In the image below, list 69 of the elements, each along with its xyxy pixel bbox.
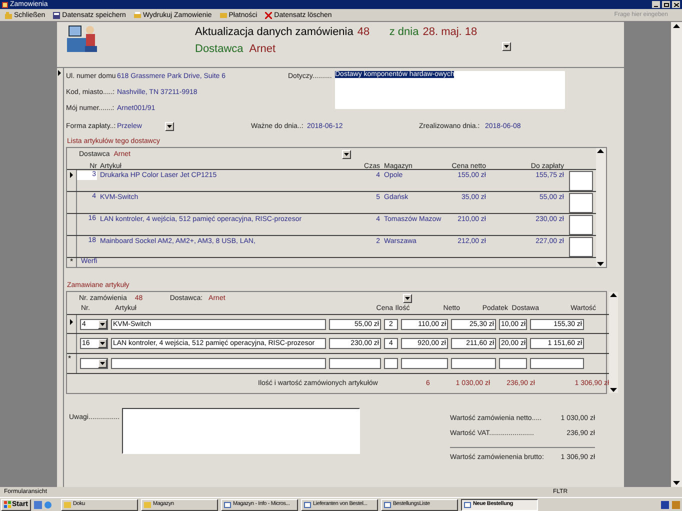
delete-icon [265, 12, 272, 18]
folder-icon [144, 502, 151, 508]
scroll-up-icon [596, 148, 605, 155]
folder-icon [220, 12, 227, 18]
window-icon [464, 502, 471, 508]
folder-icon [64, 502, 71, 508]
vertical-scrollbar[interactable] [609, 292, 618, 393]
caret-icon [100, 342, 105, 345]
save-icon [53, 12, 60, 18]
browser-icon [44, 500, 52, 508]
input-field[interactable] [384, 358, 398, 369]
vertical-scrollbar[interactable] [596, 148, 606, 267]
scroll-down-icon [609, 386, 618, 393]
caret-icon [404, 297, 410, 300]
caret-icon [504, 45, 509, 48]
restore-button[interactable] [662, 1, 670, 8]
close-button[interactable] [672, 1, 680, 8]
product-photo-placeholder [569, 193, 593, 213]
order-date: 28. maj. 18 [422, 27, 478, 38]
item-number-field[interactable] [80, 358, 108, 369]
current-record-icon [57, 70, 62, 76]
close-icon [674, 2, 678, 6]
dropdown-button[interactable] [98, 320, 107, 328]
input-field[interactable] [499, 358, 527, 369]
tray-icons-drawing [661, 500, 681, 508]
order-number: 48 [357, 27, 371, 38]
window-icon [304, 502, 311, 508]
dropdown-button[interactable] [402, 294, 412, 303]
supplier-name: Arnet [249, 44, 276, 55]
new-record-marker: * [68, 355, 72, 365]
current-record-icon [69, 319, 74, 325]
notes-field[interactable] [122, 408, 360, 454]
caret-icon [344, 153, 349, 156]
folder-icon [5, 12, 12, 18]
input-field[interactable] [401, 358, 448, 369]
desktop-icon [34, 500, 42, 508]
dropdown-button[interactable] [98, 359, 107, 368]
scroll-down-icon [596, 260, 605, 267]
vertical-scrollbar[interactable] [671, 22, 682, 487]
product-photo-placeholder [569, 237, 593, 257]
dropdown-button[interactable] [342, 150, 351, 159]
record-selector[interactable]: * [67, 354, 77, 373]
date-label: z dnia [389, 27, 419, 38]
dropdown-button[interactable] [98, 339, 107, 348]
input-field[interactable] [451, 358, 496, 369]
product-photo-placeholder [569, 215, 593, 235]
scroll-up-icon [609, 292, 618, 299]
dropdown-button[interactable] [502, 42, 511, 51]
input-field[interactable] [111, 358, 326, 369]
input-field[interactable] [530, 358, 584, 369]
dropdown-button[interactable] [165, 122, 174, 130]
caret-icon [100, 362, 105, 365]
input-field[interactable] [329, 358, 381, 369]
app-icon [2, 2, 8, 8]
form-title: Aktualizacja danych zamówienia [195, 27, 354, 38]
current-record-icon [69, 172, 74, 178]
product-photo-placeholder [569, 171, 593, 191]
supplier-label: Dostawca [195, 44, 244, 55]
restore-icon [664, 2, 668, 6]
computer-user-drawing [65, 24, 99, 54]
list-row[interactable]: * [67, 354, 609, 374]
windows-logo-icon [4, 501, 11, 508]
caret-icon [167, 124, 172, 128]
window-icon [384, 502, 391, 508]
caret-icon [100, 322, 105, 326]
window-icon [224, 502, 231, 508]
record-selector[interactable] [67, 315, 77, 333]
printer-icon [134, 12, 141, 18]
minimize-button[interactable] [652, 1, 660, 8]
